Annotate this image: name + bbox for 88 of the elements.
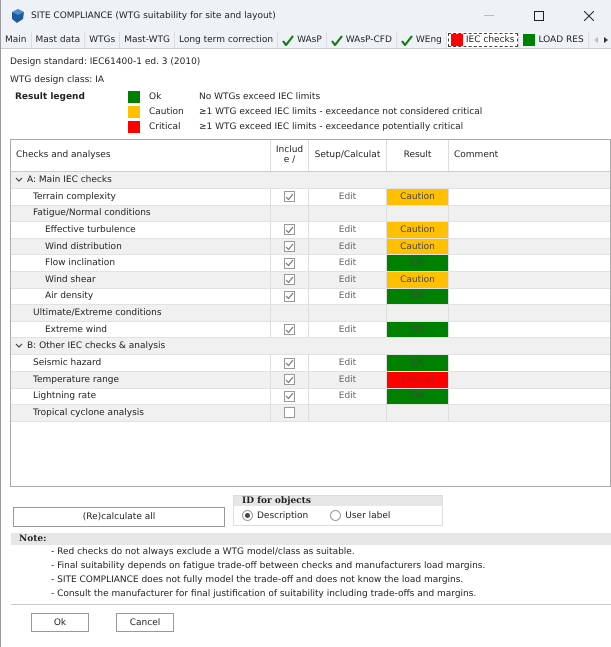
check-label: Extreme wind — [45, 324, 108, 335]
include-checkbox[interactable] — [284, 191, 295, 202]
tab[interactable]: IEC checks — [446, 32, 520, 48]
recalculate-button[interactable]: (Re)calculate all — [13, 507, 225, 527]
section-row[interactable]: A: Main IEC checks — [11, 172, 610, 189]
check-label: Effective turbulence — [45, 224, 136, 235]
group-label: Fatigue/Normal conditions — [33, 208, 151, 218]
result-cell: Caution — [387, 189, 448, 205]
check-label: Lightning rate — [33, 391, 96, 402]
edit-link[interactable]: Edit — [338, 224, 356, 235]
result-cell: OK — [387, 288, 448, 304]
edit-link[interactable]: Edit — [338, 324, 356, 335]
legend-label: Caution — [149, 107, 185, 117]
result-cell: OK — [387, 255, 448, 271]
include-checkbox[interactable] — [284, 407, 295, 418]
check-label: Terrain complexity — [33, 192, 116, 202]
include-checkbox[interactable] — [284, 290, 295, 302]
column-header: Checks and analyses — [11, 140, 271, 171]
include-checkbox[interactable] — [284, 390, 295, 402]
check-label: Seismic hazard — [33, 358, 102, 368]
include-checkbox[interactable] — [284, 374, 295, 386]
ok-button[interactable]: Ok — [31, 613, 89, 632]
include-checkbox[interactable] — [284, 324, 295, 336]
legend-description: ≥1 WTG exceed IEC limits - exceedance potentially critical — [199, 122, 464, 132]
group-title: ID for objects — [234, 496, 442, 506]
section-label: B: Other IEC checks & analysis — [27, 341, 166, 352]
section-row[interactable]: B: Other IEC checks & analysis — [11, 338, 610, 356]
column-header: Setup/Calculat — [309, 140, 387, 171]
note-title: Note: — [11, 533, 611, 545]
include-checkbox[interactable] — [284, 358, 295, 369]
legend-description: No WTGs exceed IEC limits — [199, 92, 322, 102]
cancel-button[interactable]: Cancel — [116, 613, 174, 632]
check-icon — [330, 34, 343, 46]
window-title: SITE COMPLIANCE (WTG suitability for site and layout) — [31, 11, 277, 21]
check-icon — [282, 34, 294, 46]
result-cell: OK — [387, 322, 448, 338]
result-cell: Critical — [387, 372, 448, 388]
edit-link[interactable]: Edit — [338, 391, 356, 402]
radio-dot-icon — [245, 513, 250, 518]
result-cell: Caution — [387, 222, 448, 238]
include-checkbox[interactable] — [284, 274, 295, 286]
include-checkbox[interactable] — [284, 258, 295, 269]
chevron-icon[interactable] — [15, 343, 23, 350]
legend-label: Critical — [149, 122, 182, 132]
group-label: Ultimate/Extreme conditions — [33, 308, 162, 318]
radio-button[interactable] — [330, 510, 342, 521]
section-label: A: Main IEC checks — [27, 175, 112, 185]
check-icon — [400, 34, 413, 46]
legend-label: Ok — [149, 92, 162, 102]
note-line: - Consult the manufacturer for final justification of suitability including trade-offs and margins. — [50, 588, 478, 601]
legend-description: ≥1 WTG exceed IEC limits - exceedance not considered critical — [199, 107, 484, 117]
edit-link[interactable]: Edit — [338, 192, 356, 202]
minimize-icon — [484, 15, 494, 17]
result-cell: Caution — [387, 238, 448, 254]
edit-link[interactable]: Edit — [338, 242, 356, 252]
radio-option[interactable]: Description — [242, 510, 308, 521]
design-class: WTG design class: IA — [9, 74, 105, 87]
close-icon — [584, 11, 594, 21]
column-header: Comment — [453, 148, 500, 162]
result-cell: Caution — [387, 272, 448, 288]
edit-link[interactable]: Edit — [338, 274, 356, 285]
edit-link[interactable]: Edit — [338, 358, 356, 368]
tab[interactable]: Mast data — [32, 32, 86, 48]
check-label: Flow inclination — [45, 258, 116, 268]
check-label: Wind distribution — [45, 242, 122, 252]
design-standard: Design standard: IEC61400-1 ed. 3 (2010) — [9, 56, 202, 69]
app-logo-icon — [11, 9, 25, 23]
check-label: Tropical cyclone analysis — [33, 408, 144, 418]
check-label: Temperature range — [33, 374, 120, 385]
check-label: Wind shear — [45, 274, 96, 285]
include-checkbox[interactable] — [284, 224, 295, 236]
result-cell: OK — [387, 355, 448, 371]
radio-option[interactable]: User label — [330, 510, 390, 521]
edit-link[interactable]: Edit — [338, 291, 356, 302]
note-line: - Red checks do not always exclude a WTG model/class as suitable. — [50, 546, 356, 559]
column-header: Result — [387, 140, 449, 171]
note-line: - SITE COMPLIANCE does not fully model the trade-off and does not know the load margins. — [50, 574, 464, 587]
edit-link[interactable]: Edit — [338, 258, 356, 268]
chevron-icon[interactable] — [15, 177, 23, 183]
radio-button[interactable] — [242, 510, 253, 521]
edit-link[interactable]: Edit — [338, 374, 356, 385]
legend-title: Result legend — [15, 92, 86, 102]
note-line: - Final suitability depends on fatigue trade-off between checks and manufacturers load margins. — [50, 560, 486, 573]
check-label: Air density — [45, 291, 94, 302]
include-checkbox[interactable] — [284, 241, 295, 252]
column-header: Includ e / — [271, 140, 309, 171]
maximize-icon — [534, 11, 544, 21]
result-cell: OK — [387, 388, 448, 404]
